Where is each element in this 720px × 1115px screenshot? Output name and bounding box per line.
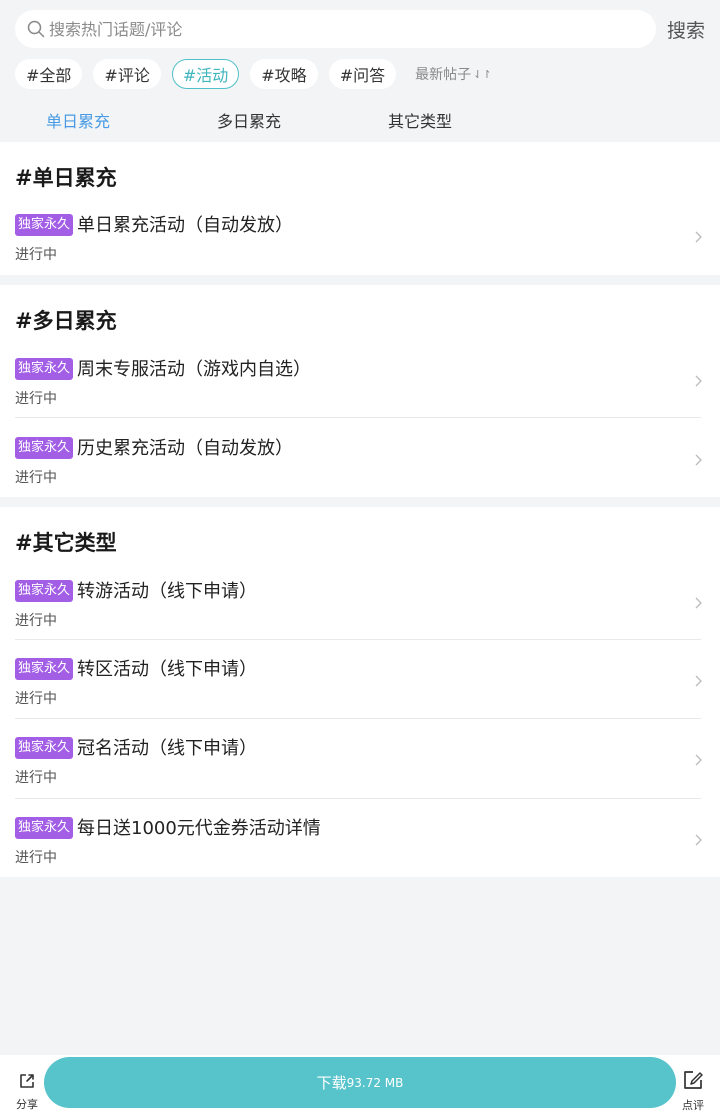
item-status: 进行中 (15, 770, 57, 786)
share-button[interactable]: 分享 (12, 1071, 42, 1112)
divider (15, 639, 701, 640)
review-button[interactable]: 点评 (678, 1068, 708, 1113)
search-button[interactable]: 搜索 (667, 16, 705, 43)
divider (15, 417, 701, 418)
list-item[interactable]: 独家永久 周末专服活动（游戏内自选） 进行中 (0, 348, 720, 428)
sort-icon: ⇃↾ (473, 67, 492, 81)
tag-guides[interactable]: #攻略 (250, 59, 318, 89)
item-title: 单日累充活动（自动发放） (77, 215, 293, 236)
list-item[interactable]: 独家永久 单日累充活动（自动发放） 进行中 (0, 204, 720, 284)
chevron-right-icon (695, 675, 702, 687)
chevron-right-icon (695, 231, 702, 243)
download-label: 下载 (316, 1074, 347, 1092)
download-size: 93.72 MB (346, 1075, 404, 1090)
item-title: 历史累充活动（自动发放） (77, 438, 293, 459)
tag-comments[interactable]: #评论 (93, 59, 161, 89)
subtab-multi-day[interactable]: 多日累充 (217, 108, 281, 132)
share-icon (20, 1074, 34, 1088)
sort-button[interactable]: 最新帖子 ⇃↾ (415, 64, 491, 84)
exclusive-badge: 独家永久 (15, 737, 74, 759)
section-title: #单日累充 (15, 166, 117, 190)
sort-label: 最新帖子 (415, 67, 472, 83)
item-status: 进行中 (15, 247, 57, 263)
search-box[interactable] (15, 10, 656, 48)
search-input[interactable] (49, 19, 629, 39)
exclusive-badge: 独家永久 (15, 214, 74, 236)
section-single-day: #单日累充 独家永久 单日累充活动（自动发放） 进行中 (0, 142, 720, 275)
exclusive-badge: 独家永久 (15, 437, 74, 459)
item-status: 进行中 (15, 613, 57, 629)
bottom-action-bar: 分享 下载 93.72 MB 点评 (0, 1055, 720, 1115)
section-title: #其它类型 (15, 531, 117, 555)
item-title: 冠名活动（线下申请） (77, 738, 257, 759)
exclusive-badge: 独家永久 (15, 580, 74, 602)
exclusive-badge: 独家永久 (15, 358, 74, 380)
tag-filter-bar: #全部 #评论 #活动 #攻略 #问答 最新帖子 ⇃↾ (15, 59, 492, 89)
subtab-single-day[interactable]: 单日累充 (46, 108, 110, 132)
chevron-right-icon (695, 454, 702, 466)
item-status: 进行中 (15, 391, 57, 407)
exclusive-badge: 独家永久 (15, 658, 74, 680)
section-title: #多日累充 (15, 309, 117, 333)
share-label: 分享 (16, 1098, 38, 1111)
list-item[interactable]: 独家永久 转区活动（线下申请） 进行中 (0, 648, 720, 728)
item-title: 周末专服活动（游戏内自选） (77, 359, 311, 380)
list-item[interactable]: 独家永久 冠名活动（线下申请） 进行中 (0, 727, 720, 807)
subtab-other[interactable]: 其它类型 (388, 108, 452, 132)
section-other: #其它类型 独家永久 转游活动（线下申请） 进行中 独家永久 转区活动（线下申请… (0, 507, 720, 877)
item-status: 进行中 (15, 850, 57, 866)
item-title: 转区活动（线下申请） (77, 659, 257, 680)
subtab-bar: 单日累充 多日累充 其它类型 (0, 108, 720, 136)
chevron-right-icon (695, 834, 702, 846)
chevron-right-icon (695, 375, 702, 387)
top-bar: 搜索 #全部 #评论 #活动 #攻略 #问答 最新帖子 ⇃↾ 单日累充 多日累充… (0, 0, 720, 142)
download-button[interactable]: 下载 93.72 MB (44, 1057, 676, 1108)
list-item[interactable]: 独家永久 每日送1000元代金券活动详情 进行中 (0, 807, 720, 887)
divider (15, 798, 701, 799)
item-title: 每日送1000元代金券活动详情 (77, 818, 321, 839)
list-item[interactable]: 独家永久 转游活动（线下申请） 进行中 (0, 570, 720, 650)
section-multi-day: #多日累充 独家永久 周末专服活动（游戏内自选） 进行中 独家永久 历史累充活动… (0, 285, 720, 497)
chevron-right-icon (695, 597, 702, 609)
item-status: 进行中 (15, 470, 57, 486)
chevron-right-icon (695, 754, 702, 766)
search-icon (27, 20, 45, 38)
edit-icon (684, 1071, 703, 1089)
tag-activities[interactable]: #活动 (171, 59, 240, 89)
tag-all[interactable]: #全部 (15, 59, 83, 89)
exclusive-badge: 独家永久 (15, 817, 74, 839)
list-item[interactable]: 独家永久 历史累充活动（自动发放） 进行中 (0, 427, 720, 507)
divider (15, 718, 701, 719)
item-status: 进行中 (15, 691, 57, 707)
tag-qa[interactable]: #问答 (328, 59, 397, 89)
item-title: 转游活动（线下申请） (77, 581, 257, 602)
review-label: 点评 (682, 1099, 704, 1112)
